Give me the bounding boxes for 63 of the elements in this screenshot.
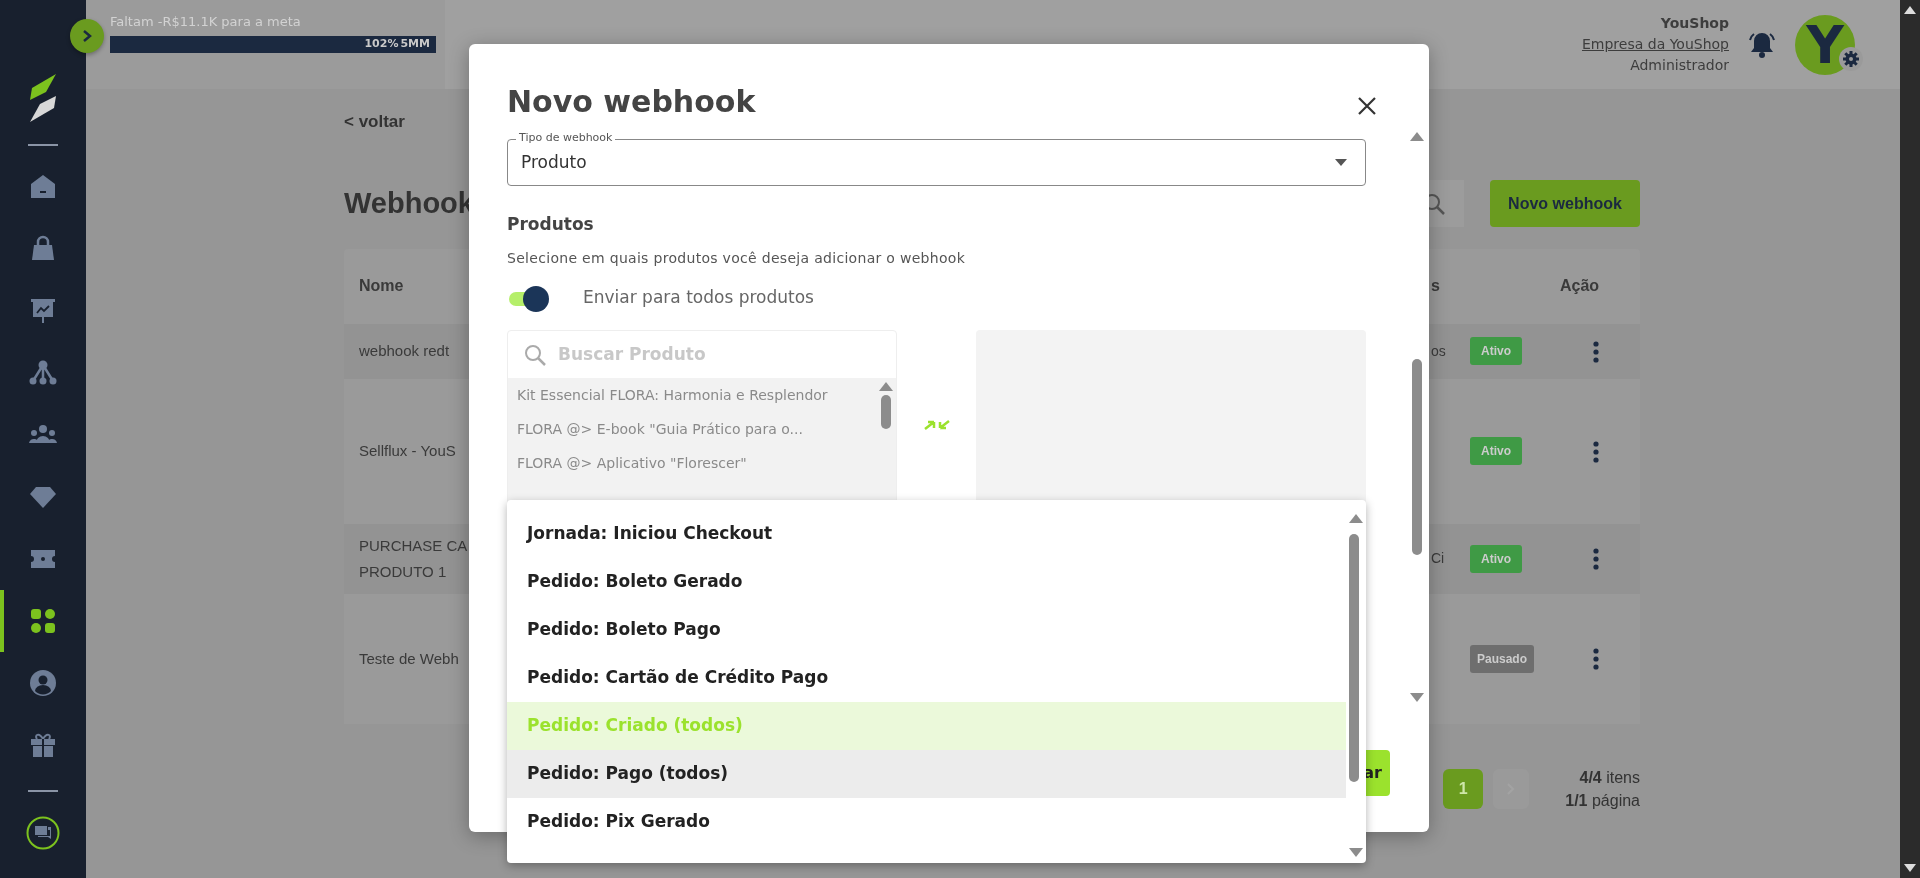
kebab-icon — [1593, 440, 1599, 463]
items-count: 4/4 itens — [1578, 767, 1640, 788]
search-icon — [524, 343, 546, 366]
page-count: 1/1 página — [1565, 790, 1640, 811]
section-hint: Selecione em quais produtos você deseja adicionar o webhook — [507, 249, 967, 268]
table-cell-text: Teste de Webh — [358, 648, 459, 669]
field-label: Tipo de webhook — [516, 130, 616, 146]
page-button[interactable]: 1 — [1443, 768, 1484, 809]
presentation-board-icon — [29, 297, 57, 325]
company-name: YouShop — [1659, 14, 1729, 33]
status-tag: Ativo — [1470, 437, 1522, 465]
product-item[interactable]: FLORA @> Aplicativo "Florescer" — [508, 446, 876, 480]
expand-button[interactable] — [70, 19, 104, 53]
close-icon — [1357, 95, 1377, 116]
modal-title: Novo webhook — [507, 83, 757, 121]
table-cell-text: PURCHASE CA PRODUTO 1 — [358, 535, 468, 582]
table-cell-text: os — [1431, 341, 1446, 361]
scroll-up-arrow-icon[interactable] — [1904, 6, 1916, 14]
table-cell-text: webhook redt — [358, 341, 450, 361]
dropdown-option[interactable]: Jornada: Iniciou Checkout — [507, 510, 1346, 558]
back-link[interactable]: < voltar — [344, 109, 405, 135]
kebab-icon — [1593, 340, 1599, 363]
user-circle-icon — [29, 669, 57, 697]
progress-percent: 102% — [364, 35, 399, 52]
table-cell-text: Ci — [1431, 549, 1445, 568]
dropdown-option[interactable]: Pedido: Cartão de Crédito Pago — [507, 654, 1346, 702]
chevron-right-icon — [82, 29, 92, 43]
toggle-switch[interactable] — [507, 284, 549, 312]
status-tag: Pausado — [1470, 644, 1534, 673]
shopping-bag-icon — [29, 235, 57, 263]
home-icon — [29, 173, 57, 201]
column-header: s — [1431, 276, 1440, 296]
status-tag: Ativo — [1470, 337, 1522, 365]
new-webhook-button[interactable]: Novo webhook — [1490, 180, 1640, 227]
status-tag: Ativo — [1470, 544, 1522, 573]
chat-icon[interactable] — [26, 816, 60, 850]
dropdown-option[interactable]: Pedido: Pago (todos) — [507, 750, 1346, 798]
select-value: Produto — [521, 150, 587, 174]
product-item[interactable]: Kit Essencial FLORA: Harmonia e Resplendor — [508, 378, 876, 412]
scrollbar-thumb[interactable] — [1412, 359, 1422, 555]
toggle-label: Enviar para todos produtos — [583, 286, 814, 310]
user-role: Administrador — [1629, 56, 1729, 75]
product-item[interactable]: FLORA @> E-book "Guia Prático para o... — [508, 412, 876, 446]
dropdown-option[interactable]: Pedido: Pix Gerado — [507, 798, 1346, 846]
scroll-down-arrow-icon[interactable] — [1904, 864, 1916, 872]
caret-down-icon — [1335, 159, 1347, 166]
settings-icon[interactable] — [1843, 50, 1859, 67]
grid-icon — [29, 607, 57, 635]
network-icon — [29, 359, 57, 387]
kebab-icon — [1593, 648, 1599, 671]
table-cell-text: Sellflux - YouS — [358, 441, 456, 461]
progress-target: 5MM — [400, 35, 430, 52]
scrollbar-thumb[interactable] — [880, 395, 891, 429]
dropdown-option[interactable]: Pedido: Boleto Pago — [507, 606, 1346, 654]
gift-icon — [29, 731, 57, 759]
company-link[interactable]: Empresa da YouShop — [1582, 36, 1729, 52]
section-heading: Produtos — [507, 213, 595, 236]
page-title: Webhook — [344, 186, 475, 221]
column-header: Ação — [1559, 276, 1600, 296]
column-header: Nome — [358, 276, 404, 296]
kebab-icon — [1593, 548, 1599, 571]
scrollbar-thumb[interactable] — [1349, 534, 1359, 782]
dropdown-option[interactable]: Pedido: Boleto Gerado — [507, 558, 1346, 606]
